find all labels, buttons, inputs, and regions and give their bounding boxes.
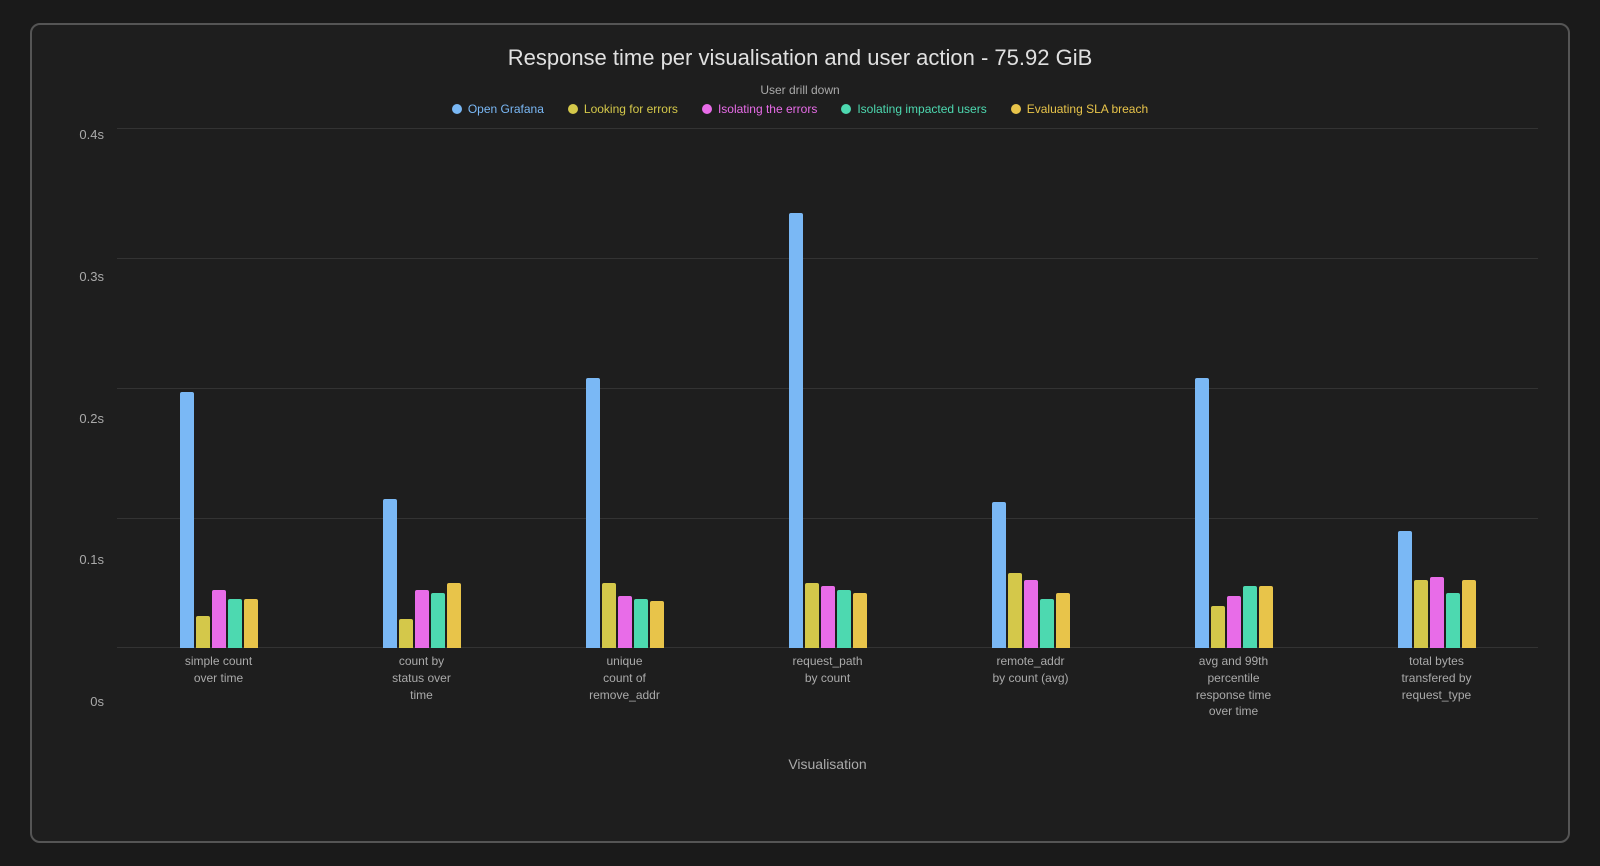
legend-dot: [841, 104, 851, 114]
bar: [1195, 378, 1209, 648]
bar: [789, 213, 803, 649]
bar: [1259, 586, 1273, 648]
legend-item-label: Isolating impacted users: [857, 102, 986, 116]
bar: [1040, 599, 1054, 648]
bar: [212, 590, 226, 649]
bars-row: [117, 128, 1538, 648]
bar: [1243, 586, 1257, 648]
bar: [447, 583, 461, 648]
bar: [1056, 593, 1070, 648]
bar: [1398, 531, 1412, 648]
bar: [634, 599, 648, 648]
bar: [853, 593, 867, 648]
bar: [602, 583, 616, 648]
bar-group-wrapper: [117, 128, 320, 648]
x-axis-label: unique count of remove_addr: [523, 653, 726, 720]
bar-group-wrapper: [523, 128, 726, 648]
x-axis-label: avg and 99th percentile response time ov…: [1132, 653, 1335, 720]
legend-item-label: Looking for errors: [584, 102, 678, 116]
y-axis: 0.4s 0.3s 0.2s 0.1s 0s: [62, 128, 112, 708]
bar: [415, 590, 429, 649]
legend-dot: [1011, 104, 1021, 114]
legend-area: User drill down Open Grafana Looking for …: [62, 83, 1538, 116]
legend-item: Looking for errors: [568, 102, 678, 116]
bar-group: [1195, 128, 1273, 648]
y-axis-label: 0.4s: [62, 128, 112, 141]
bar-group: [1398, 128, 1476, 648]
bar: [805, 583, 819, 648]
legend-group-label: User drill down: [760, 83, 839, 97]
legend-items: Open Grafana Looking for errors Isolating …: [452, 102, 1148, 116]
bar: [431, 593, 445, 648]
y-axis-label: 0.3s: [62, 270, 112, 283]
bar-group: [789, 128, 867, 648]
bar: [586, 378, 600, 648]
bar-group-wrapper: [1132, 128, 1335, 648]
bar: [1414, 580, 1428, 648]
chart-area: 0.4s0.3s0.2s0.1s0s simple count over tim…: [62, 128, 1538, 708]
bar-group-wrapper: [929, 128, 1132, 648]
legend-item: Isolating impacted users: [841, 102, 986, 116]
legend-item: Evaluating SLA breach: [1011, 102, 1148, 116]
legend-item: Isolating the errors: [702, 102, 817, 116]
bar: [196, 616, 210, 649]
legend-item-label: Open Grafana: [468, 102, 544, 116]
x-axis-label: total bytes transfered by request_type: [1335, 653, 1538, 720]
bar-group-wrapper: [726, 128, 929, 648]
bar: [1446, 593, 1460, 648]
x-axis-label: remote_addr by count (avg): [929, 653, 1132, 720]
bar: [180, 392, 194, 648]
bar: [1008, 573, 1022, 648]
legend-dot: [702, 104, 712, 114]
legend-item: Open Grafana: [452, 102, 544, 116]
chart-title: Response time per visualisation and user…: [62, 45, 1538, 71]
x-labels: simple count over timecount by status ov…: [117, 653, 1538, 720]
chart-container: Response time per visualisation and user…: [30, 23, 1570, 843]
bar: [1227, 596, 1241, 648]
legend-dot: [452, 104, 462, 114]
bar: [399, 619, 413, 648]
bar: [650, 601, 664, 648]
legend-item-label: Isolating the errors: [718, 102, 817, 116]
bar: [1430, 577, 1444, 649]
bar-group: [383, 128, 461, 648]
x-axis-title: Visualisation: [117, 756, 1538, 772]
legend-dot: [568, 104, 578, 114]
x-axis-label: request_path by count: [726, 653, 929, 720]
bar-group-wrapper: [320, 128, 523, 648]
bar-group-wrapper: [1335, 128, 1538, 648]
y-axis-label: 0.2s: [62, 412, 112, 425]
bar: [821, 586, 835, 648]
bar: [992, 502, 1006, 648]
bar: [1211, 606, 1225, 648]
bar: [244, 599, 258, 648]
grid-and-bars: [117, 128, 1538, 648]
bar: [1462, 580, 1476, 648]
x-axis-label: simple count over time: [117, 653, 320, 720]
bar-group: [180, 128, 258, 648]
bar: [1024, 580, 1038, 648]
y-axis-label: 0s: [62, 695, 112, 708]
bar-group: [586, 128, 664, 648]
x-axis-label: count by status over time: [320, 653, 523, 720]
legend-item-label: Evaluating SLA breach: [1027, 102, 1148, 116]
bar-group: [992, 128, 1070, 648]
bar: [383, 499, 397, 649]
y-axis-label: 0.1s: [62, 553, 112, 566]
bar: [618, 596, 632, 648]
bar: [228, 599, 242, 648]
bar: [837, 590, 851, 649]
